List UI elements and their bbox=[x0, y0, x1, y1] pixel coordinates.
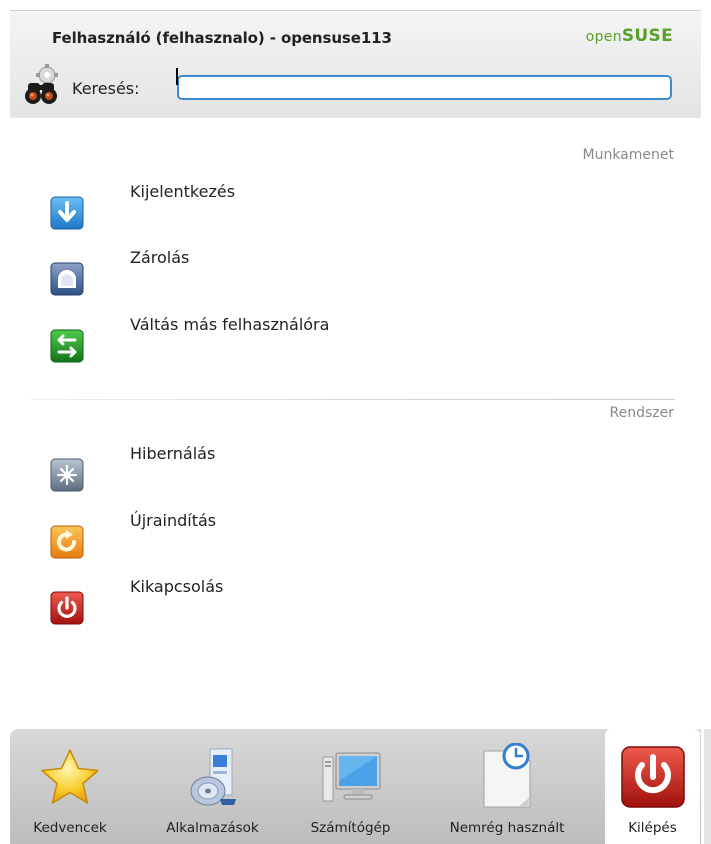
switch-user-item[interactable]: Váltás más felhasználóra bbox=[50, 315, 450, 363]
tab-computer[interactable]: Számítógép bbox=[298, 729, 403, 844]
recent-documents-icon bbox=[472, 742, 542, 813]
shutdown-item[interactable]: Kikapcsolás bbox=[50, 577, 450, 625]
restart-label: Újraindítás bbox=[130, 511, 217, 530]
search-input[interactable] bbox=[177, 75, 672, 100]
user-title: Felhasználó (felhasznalo) - opensuse113 bbox=[52, 29, 392, 47]
session-heading: Munkamenet bbox=[582, 147, 675, 163]
switch-user-label: Váltás más felhasználóra bbox=[130, 315, 330, 334]
logout-label: Kijelentkezés bbox=[130, 182, 236, 201]
shutdown-icon bbox=[50, 591, 84, 625]
hibernate-item[interactable]: Hibernálás bbox=[50, 444, 450, 492]
text-caret bbox=[176, 68, 178, 85]
tab-leave-label: Kilépés bbox=[628, 820, 677, 836]
logout-item[interactable]: Kijelentkezés bbox=[50, 182, 450, 230]
lock-label: Zárolás bbox=[130, 248, 190, 267]
restart-item[interactable]: Újraindítás bbox=[50, 511, 450, 559]
section-divider bbox=[30, 399, 675, 400]
search-label: Keresés: bbox=[72, 79, 140, 98]
lock-item[interactable]: Zárolás bbox=[50, 248, 450, 296]
system-heading: Rendszer bbox=[609, 405, 674, 421]
binoculars-gear-icon bbox=[22, 63, 64, 105]
logo-suse-text: SUSE bbox=[621, 26, 673, 46]
computer-icon bbox=[316, 743, 386, 813]
tab-computer-label: Számítógép bbox=[310, 820, 391, 836]
tab-recent[interactable]: Nemrég használt bbox=[432, 729, 582, 844]
tab-favorites-label: Kedvencek bbox=[33, 820, 107, 836]
tab-applications[interactable]: Alkalmazások bbox=[150, 729, 275, 844]
power-icon bbox=[618, 743, 688, 813]
tab-favorites[interactable]: Kedvencek bbox=[20, 729, 120, 844]
lock-icon bbox=[50, 262, 84, 296]
tab-recent-label: Nemrég használt bbox=[449, 820, 565, 836]
opensuse-logo: openSUSE bbox=[586, 26, 673, 46]
tab-bar-edge bbox=[704, 729, 711, 844]
applications-icon bbox=[178, 743, 248, 813]
tab-applications-label: Alkalmazások bbox=[166, 820, 259, 836]
shutdown-label: Kikapcsolás bbox=[130, 577, 224, 596]
tab-leave[interactable]: Kilépés bbox=[605, 729, 700, 844]
logo-open-text: open bbox=[585, 29, 622, 45]
restart-icon bbox=[50, 525, 84, 559]
kickoff-menu: Felhasználó (felhasznalo) - opensuse113 … bbox=[0, 0, 711, 844]
logout-arrow-icon bbox=[50, 196, 84, 230]
menu-header: Felhasználó (felhasznalo) - opensuse113 … bbox=[10, 10, 701, 118]
star-icon bbox=[35, 743, 105, 813]
switch-user-icon bbox=[50, 329, 84, 363]
hibernate-icon bbox=[50, 458, 84, 492]
hibernate-label: Hibernálás bbox=[130, 444, 216, 463]
